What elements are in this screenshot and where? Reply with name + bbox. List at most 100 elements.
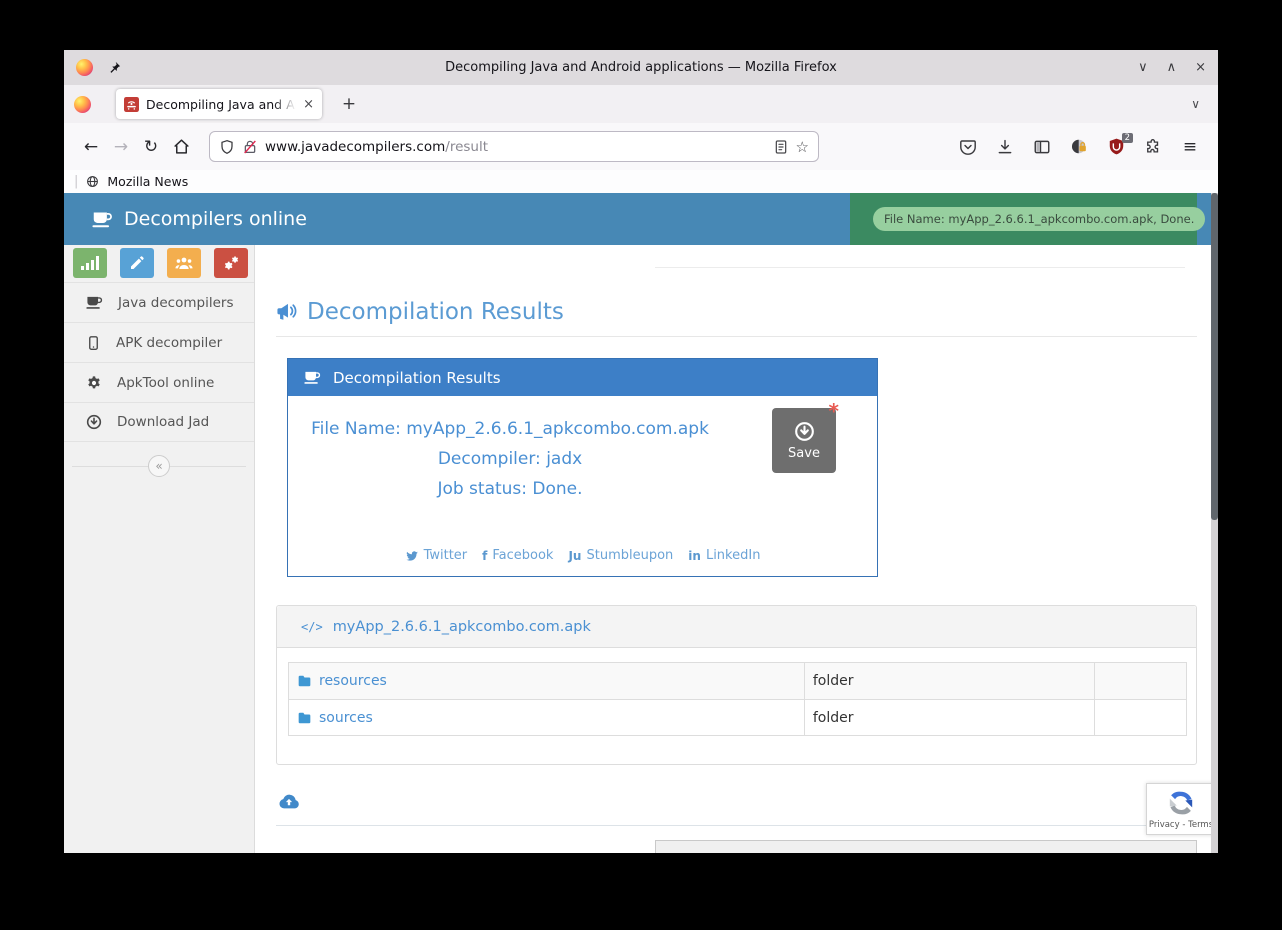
firefox-view-icon[interactable]: [74, 96, 91, 113]
results-panel-title: Decompilation Results: [333, 369, 501, 387]
share-label: LinkedIn: [706, 548, 760, 563]
save-button[interactable]: Save *: [772, 408, 836, 473]
privacy-globe-lock-icon: [1070, 137, 1089, 156]
stumbleupon-icon: Ju: [568, 549, 581, 563]
insecure-lock-icon[interactable]: [242, 139, 258, 155]
coffee-cup-icon: [86, 294, 103, 311]
bookmark-star-icon[interactable]: ☆: [796, 138, 809, 156]
sidebars-button[interactable]: [1026, 132, 1058, 162]
share-row: Twitter f Facebook Ju Stumbleupon in L: [288, 548, 877, 563]
bookmarks-bar: | Mozilla News: [64, 170, 1218, 193]
url-host: www.javadecompilers.com: [265, 139, 445, 155]
pocket-button[interactable]: [952, 132, 984, 162]
reload-button[interactable]: ↻: [136, 132, 166, 162]
share-label: Twitter: [424, 548, 468, 563]
pencil-icon: [129, 255, 145, 271]
url-path: /result: [445, 139, 488, 155]
sidebar-item-label: APK decompiler: [116, 335, 222, 351]
list-tabs-chevron-icon[interactable]: ∨: [1191, 97, 1208, 111]
back-button[interactable]: ←: [76, 132, 106, 162]
globe-icon: [86, 175, 99, 188]
maximize-button[interactable]: ∧: [1167, 60, 1177, 75]
gears-icon: [223, 255, 240, 272]
community-button[interactable]: [167, 248, 201, 278]
settings-button[interactable]: [214, 248, 248, 278]
new-tab-button[interactable]: +: [336, 94, 362, 114]
download-circle-icon: [86, 414, 102, 430]
folder-icon: [297, 674, 312, 688]
downloads-button[interactable]: [989, 132, 1021, 162]
firefox-logo-icon: [76, 59, 93, 76]
page-heading-label: Decompilation Results: [307, 299, 564, 325]
save-badge: *: [829, 399, 839, 423]
page-scrollbar[interactable]: [1211, 193, 1218, 853]
tab-close-icon[interactable]: ×: [303, 97, 314, 112]
url-bar[interactable]: www.javadecompilers.com/result ☆: [209, 131, 819, 162]
tab-title: Decompiling Java and Andr: [146, 97, 296, 112]
job-notification: File Name: myApp_2.6.6.1_apkcombo.com.ap…: [850, 193, 1197, 245]
privacy-extension-button[interactable]: [1063, 132, 1095, 162]
sidebar-item-apk-decompiler[interactable]: APK decompiler: [64, 322, 254, 362]
edit-button[interactable]: [120, 248, 154, 278]
table-row: sources folder: [289, 699, 1186, 735]
home-icon: [172, 137, 191, 156]
stats-button[interactable]: [73, 248, 107, 278]
recaptcha-privacy-terms[interactable]: Privacy - Terms: [1149, 820, 1211, 830]
coffee-cup-icon: [92, 209, 113, 230]
ublock-button[interactable]: 2: [1100, 132, 1132, 162]
share-twitter[interactable]: Twitter: [405, 548, 468, 563]
share-linkedin[interactable]: in LinkedIn: [688, 548, 760, 563]
file-browser-header: </> myApp_2.6.6.1_apkcombo.com.apk: [277, 606, 1196, 648]
results-panel: Decompilation Results File Name: myApp_2…: [287, 358, 878, 577]
divider: [655, 267, 1185, 268]
file-type: folder: [804, 663, 1094, 699]
gear-icon: [86, 375, 102, 391]
share-stumbleupon[interactable]: Ju Stumbleupon: [568, 548, 673, 563]
results-panel-body: File Name: myApp_2.6.6.1_apkcombo.com.ap…: [288, 396, 877, 578]
collapse-sidebar-button[interactable]: «: [148, 455, 170, 477]
site-favicon: [124, 97, 139, 112]
result-decompiler: Decompiler: jadx: [288, 444, 732, 474]
folder-icon: [297, 711, 312, 725]
file-name: sources: [319, 710, 373, 726]
browser-window: Decompiling Java and Android application…: [64, 50, 1218, 853]
download-icon: [996, 138, 1014, 156]
share-label: Stumbleupon: [586, 548, 673, 563]
window-titlebar[interactable]: Decompiling Java and Android application…: [64, 50, 1218, 85]
site-brand[interactable]: Decompilers online: [64, 208, 307, 230]
file-type: folder: [804, 700, 1094, 735]
file-browser-root[interactable]: myApp_2.6.6.1_apkcombo.com.apk: [333, 619, 591, 635]
forward-button[interactable]: →: [106, 132, 136, 162]
share-label: Facebook: [492, 548, 553, 563]
cloud-upload-icon[interactable]: [277, 791, 301, 813]
sidebar-item-download-jad[interactable]: Download Jad: [64, 402, 254, 442]
app-menu-button[interactable]: ≡: [1174, 132, 1206, 162]
facebook-icon: f: [482, 549, 487, 563]
bookmark-item-mozilla-news[interactable]: Mozilla News: [107, 174, 188, 189]
minimize-button[interactable]: ∨: [1138, 60, 1148, 75]
download-circle-icon: [794, 421, 815, 442]
page-content: Decompilers online File Name: myApp_2.6.…: [64, 193, 1218, 853]
file-actions: [1094, 663, 1186, 699]
file-link-sources[interactable]: sources: [289, 700, 804, 735]
tab-active[interactable]: Decompiling Java and Andr ×: [116, 89, 322, 119]
results-panel-header: Decompilation Results: [288, 359, 877, 396]
file-link-resources[interactable]: resources: [289, 663, 804, 699]
bookmarks-separator: |: [74, 174, 78, 189]
recaptcha-badge[interactable]: Privacy - Terms: [1146, 783, 1211, 835]
tracking-shield-icon[interactable]: [219, 139, 235, 155]
share-facebook[interactable]: f Facebook: [482, 548, 553, 563]
sidebar-item-apktool-online[interactable]: ApkTool online: [64, 362, 254, 402]
result-file-name: File Name: myApp_2.6.6.1_apkcombo.com.ap…: [288, 414, 732, 444]
close-button[interactable]: ×: [1195, 60, 1206, 75]
reader-mode-icon[interactable]: [773, 139, 789, 155]
scrollbar-thumb[interactable]: [1211, 193, 1218, 520]
file-browser: </> myApp_2.6.6.1_apkcombo.com.apk resou…: [276, 605, 1197, 765]
url-text[interactable]: www.javadecompilers.com/result: [265, 139, 766, 155]
extensions-button[interactable]: [1137, 132, 1169, 162]
pin-icon: [107, 60, 122, 75]
sidebar-item-java-decompilers[interactable]: Java decompilers: [64, 282, 254, 322]
site-header: Decompilers online File Name: myApp_2.6.…: [64, 193, 1218, 245]
home-button[interactable]: [166, 132, 196, 162]
users-icon: [175, 255, 193, 271]
